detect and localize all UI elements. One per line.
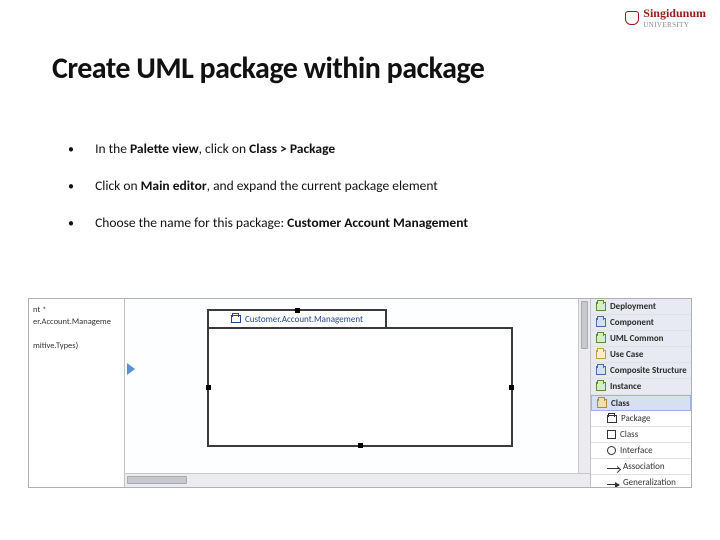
palette-drawer-instance[interactable]: Instance <box>591 379 691 395</box>
palette-drawer-uml-common[interactable]: UML Common <box>591 331 691 347</box>
uml-package-element[interactable]: Customer.Account.Management <box>207 309 513 447</box>
palette-drawer-deployment[interactable]: Deployment <box>591 299 691 315</box>
bullet-item: In the Palette view, click on Class > Pa… <box>68 140 468 157</box>
horizontal-scrollbar[interactable] <box>125 473 590 487</box>
resize-handle-icon[interactable] <box>358 443 363 448</box>
palette-item-interface[interactable]: Interface <box>591 443 691 459</box>
resize-handle-icon[interactable] <box>509 385 514 390</box>
editor-screenshot: nt * er.Account.Manageme mitive.Types) C… <box>28 298 692 488</box>
brand-crest-icon <box>625 11 639 25</box>
uml-package-tab[interactable]: Customer.Account.Management <box>207 309 387 327</box>
bullet-item: Choose the name for this package: Custom… <box>68 214 468 231</box>
palette-item-association[interactable]: Association <box>591 459 691 475</box>
scrollbar-thumb[interactable] <box>581 301 588 349</box>
interface-icon <box>607 446 616 455</box>
brand-sub: UNIVERSITY <box>643 21 706 29</box>
brand-logo: Singidunum UNIVERSITY <box>625 6 706 29</box>
folder-icon <box>596 382 606 391</box>
folder-icon <box>596 302 606 311</box>
palette-drawer-composite-structure[interactable]: Composite Structure <box>591 363 691 379</box>
tree-item[interactable]: er.Account.Manageme <box>33 317 120 327</box>
slide-title: Create UML package within package <box>52 50 484 87</box>
bullet-list: In the Palette view, click on Class > Pa… <box>68 140 468 251</box>
palette-panel[interactable]: Deployment Component UML Common Use Case… <box>591 299 691 487</box>
folder-icon <box>597 399 607 408</box>
generalization-icon <box>607 484 619 485</box>
palette-drawer-class[interactable]: Class <box>591 395 691 411</box>
resize-handle-icon[interactable] <box>206 385 211 390</box>
palette-item-generalization[interactable]: Generalization <box>591 475 691 488</box>
palette-drawer-use-case[interactable]: Use Case <box>591 347 691 363</box>
package-icon <box>231 315 241 323</box>
tree-item[interactable]: nt * <box>33 305 120 315</box>
scrollbar-thumb[interactable] <box>127 476 187 484</box>
uml-package-body[interactable] <box>207 327 513 447</box>
project-explorer-panel[interactable]: nt * er.Account.Manageme mitive.Types) <box>29 299 125 487</box>
folder-icon <box>596 334 606 343</box>
folder-icon <box>596 350 606 359</box>
resize-handle-icon[interactable] <box>295 308 300 313</box>
folder-icon <box>596 318 606 327</box>
expand-handle-icon[interactable] <box>127 363 135 375</box>
palette-drawer-component[interactable]: Component <box>591 315 691 331</box>
diagram-canvas[interactable]: Customer.Account.Management <box>125 299 591 487</box>
folder-icon <box>596 366 606 375</box>
package-icon <box>607 415 617 423</box>
association-icon <box>607 468 619 469</box>
bullet-item: Click on Main editor, and expand the cur… <box>68 177 468 194</box>
brand-name: Singidunum <box>643 6 706 20</box>
class-icon <box>607 430 616 439</box>
vertical-scrollbar[interactable] <box>578 299 590 473</box>
palette-item-class[interactable]: Class <box>591 427 691 443</box>
uml-package-name[interactable]: Customer.Account.Management <box>245 314 363 325</box>
palette-item-package[interactable]: Package <box>591 411 691 427</box>
tree-item[interactable]: mitive.Types) <box>33 341 120 351</box>
